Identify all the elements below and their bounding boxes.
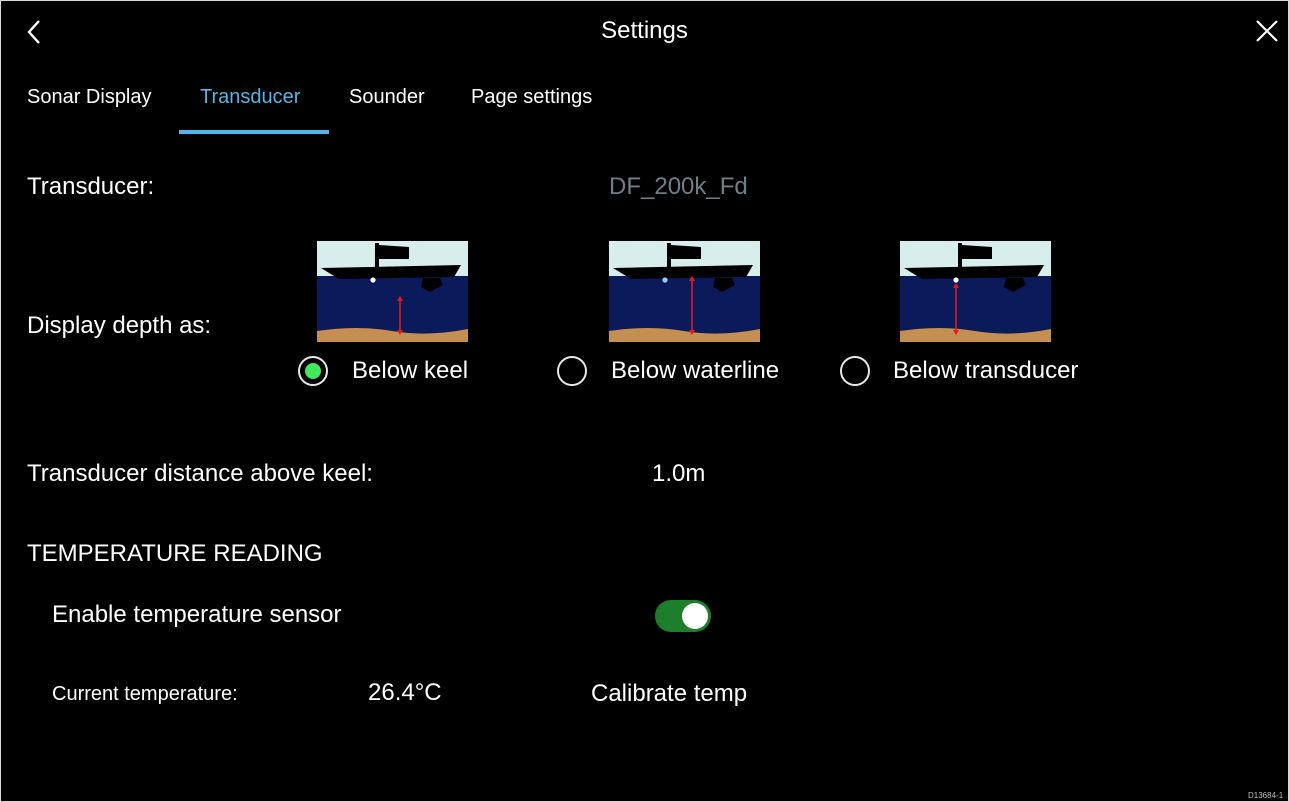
current-temperature-value: 26.4°C	[368, 679, 442, 706]
below-transducer-diagram[interactable]	[900, 241, 1051, 342]
radio-label-below-transducer[interactable]: Below transducer	[893, 357, 1078, 385]
radio-below-transducer[interactable]	[840, 356, 870, 386]
toggle-knob	[682, 603, 708, 629]
below-waterline-diagram[interactable]	[609, 241, 760, 342]
tab-sonar-display[interactable]: Sonar Display	[27, 80, 152, 136]
radio-below-keel[interactable]	[298, 356, 328, 386]
close-button[interactable]	[1250, 14, 1282, 46]
temperature-section-title: TEMPERATURE READING	[27, 540, 323, 567]
active-tab-indicator	[179, 130, 329, 134]
enable-temperature-label: Enable temperature sensor	[52, 601, 342, 628]
current-temperature-label: Current temperature:	[52, 683, 238, 705]
keel-distance-value[interactable]: 1.0m	[652, 460, 705, 488]
display-depth-label: Display depth as:	[27, 312, 212, 339]
header: Settings	[0, 0, 1289, 64]
tab-page-settings[interactable]: Page settings	[471, 80, 592, 136]
calibrate-temp-button[interactable]: Calibrate temp	[591, 680, 747, 708]
radio-label-below-waterline[interactable]: Below waterline	[611, 357, 779, 385]
radio-selected-dot	[305, 363, 321, 379]
radio-label-below-keel[interactable]: Below keel	[352, 357, 468, 385]
radio-below-waterline[interactable]	[557, 356, 587, 386]
page-title: Settings	[601, 17, 688, 44]
close-icon	[1256, 20, 1278, 42]
transducer-label: Transducer:	[27, 173, 155, 200]
tab-transducer[interactable]: Transducer	[200, 80, 300, 136]
document-id: D13684-1	[1248, 791, 1284, 800]
transducer-value[interactable]: DF_200k_Fd	[609, 173, 748, 201]
temperature-sensor-toggle[interactable]	[655, 600, 711, 632]
keel-distance-label: Transducer distance above keel:	[27, 460, 373, 487]
tab-sounder[interactable]: Sounder	[349, 80, 425, 136]
below-keel-diagram[interactable]	[317, 241, 468, 342]
